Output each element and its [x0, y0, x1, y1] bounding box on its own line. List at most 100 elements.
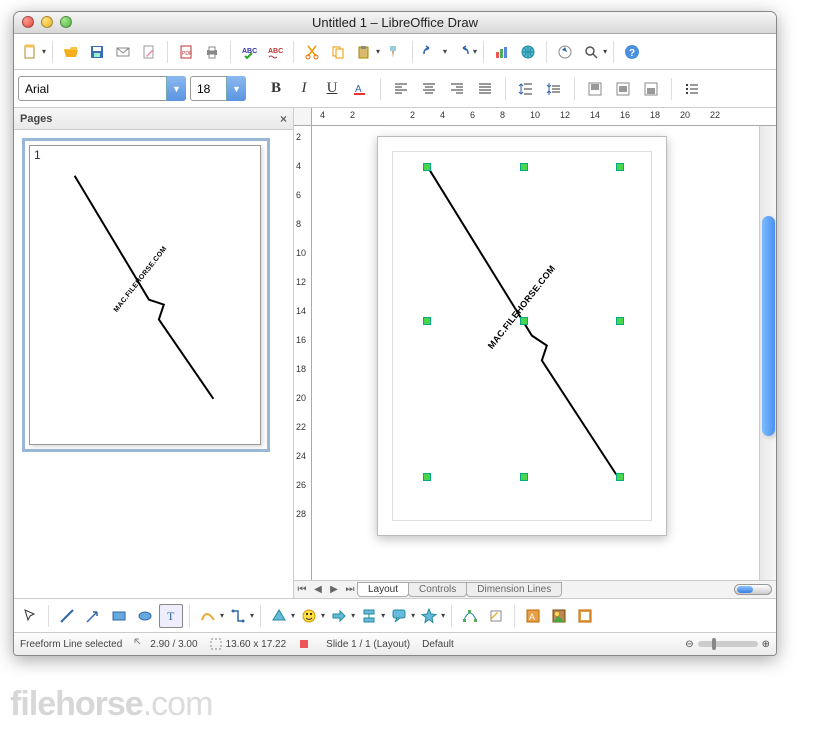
connector-dropdown[interactable]: ▾ — [250, 611, 254, 620]
curve-dropdown[interactable]: ▾ — [220, 611, 224, 620]
navigator-button[interactable] — [553, 40, 577, 64]
page[interactable]: MAC.FILEHORSE.COM — [377, 136, 667, 536]
close-window-button[interactable] — [22, 16, 34, 28]
curve-tool[interactable] — [196, 604, 220, 628]
font-color-button[interactable]: A — [348, 77, 372, 101]
zoom-dropdown[interactable]: ▾ — [603, 47, 607, 56]
align-vcenter-button[interactable] — [611, 77, 635, 101]
line-tool[interactable] — [55, 604, 79, 628]
font-name-input[interactable] — [18, 76, 186, 101]
vertical-ruler[interactable]: 246810121416182022242628 — [294, 126, 312, 580]
undo-button[interactable] — [419, 40, 443, 64]
scrollbar-thumb[interactable] — [762, 216, 775, 436]
tab-nav-prev[interactable]: ◀ — [310, 584, 326, 595]
increase-spacing-button[interactable] — [514, 77, 538, 101]
drawing-canvas[interactable]: MAC.FILEHORSE.COM — [312, 126, 759, 580]
font-size-combo[interactable]: ▼ — [190, 76, 246, 101]
hyperlink-button[interactable] — [516, 40, 540, 64]
basic-shapes-tool[interactable] — [267, 604, 291, 628]
undo-dropdown[interactable]: ▾ — [443, 47, 447, 56]
paste-button[interactable] — [352, 40, 376, 64]
fontwork-button[interactable]: A — [521, 604, 545, 628]
zoom-slider[interactable] — [698, 641, 758, 647]
select-tool[interactable] — [18, 604, 42, 628]
bullets-button[interactable] — [680, 77, 704, 101]
selection-handle-c[interactable] — [520, 317, 528, 325]
page-thumbnail[interactable]: 1 MAC.FILEHORSE.COM — [29, 145, 261, 445]
callouts-dropdown[interactable]: ▾ — [411, 611, 415, 620]
arrow-tool[interactable] — [81, 604, 105, 628]
tab-dimension-lines[interactable]: Dimension Lines — [466, 582, 562, 597]
page-thumbnail-selected[interactable]: 1 MAC.FILEHORSE.COM — [22, 138, 270, 452]
help-button[interactable]: ? — [620, 40, 644, 64]
paste-dropdown[interactable]: ▾ — [376, 47, 380, 56]
copy-button[interactable] — [326, 40, 350, 64]
selection-handle-n[interactable] — [520, 163, 528, 171]
zoom-window-button[interactable] — [60, 16, 72, 28]
selection-handle-sw[interactable] — [423, 473, 431, 481]
align-bottom-button[interactable] — [639, 77, 663, 101]
new-dropdown[interactable]: ▾ — [42, 47, 46, 56]
italic-button[interactable]: I — [292, 77, 316, 101]
zoom-button[interactable] — [579, 40, 603, 64]
selection-handle-nw[interactable] — [423, 163, 431, 171]
tab-nav-first[interactable]: ⏮ — [294, 584, 310, 595]
new-document-button[interactable] — [18, 40, 42, 64]
export-pdf-button[interactable]: PDF — [174, 40, 198, 64]
clone-formatting-button[interactable] — [382, 40, 406, 64]
underline-button[interactable]: U — [320, 77, 344, 101]
text-tool[interactable]: T — [159, 604, 183, 628]
vertical-scrollbar[interactable] — [759, 126, 776, 580]
block-arrows-tool[interactable] — [327, 604, 351, 628]
symbol-shapes-tool[interactable] — [297, 604, 321, 628]
tab-nav-last[interactable]: ⏭ — [342, 584, 358, 595]
tab-layout[interactable]: Layout — [357, 582, 409, 597]
align-left-button[interactable] — [389, 77, 413, 101]
tab-controls[interactable]: Controls — [408, 582, 467, 597]
tab-nav-next[interactable]: ▶ — [326, 584, 342, 595]
gluepoints-tool[interactable] — [484, 604, 508, 628]
email-button[interactable] — [111, 40, 135, 64]
horizontal-ruler[interactable]: 42246810121416182022 — [294, 108, 776, 126]
callouts-tool[interactable] — [387, 604, 411, 628]
from-file-button[interactable] — [547, 604, 571, 628]
horizontal-scrollbar[interactable] — [734, 584, 772, 595]
stars-tool[interactable] — [417, 604, 441, 628]
print-button[interactable] — [200, 40, 224, 64]
selection-handle-ne[interactable] — [616, 163, 624, 171]
open-button[interactable] — [59, 40, 83, 64]
edit-file-button[interactable] — [137, 40, 161, 64]
rectangle-tool[interactable] — [107, 604, 131, 628]
pages-panel-close-icon[interactable]: × — [280, 112, 287, 126]
align-top-button[interactable] — [583, 77, 607, 101]
zoom-out-button[interactable]: ⊖ — [685, 639, 693, 650]
decrease-spacing-button[interactable] — [542, 77, 566, 101]
selection-handle-e[interactable] — [616, 317, 624, 325]
selection-handle-s[interactable] — [520, 473, 528, 481]
cut-button[interactable] — [300, 40, 324, 64]
basic-shapes-dropdown[interactable]: ▾ — [291, 611, 295, 620]
save-button[interactable] — [85, 40, 109, 64]
minimize-window-button[interactable] — [41, 16, 53, 28]
stars-dropdown[interactable]: ▾ — [441, 611, 445, 620]
chart-button[interactable] — [490, 40, 514, 64]
align-justify-button[interactable] — [473, 77, 497, 101]
redo-dropdown[interactable]: ▾ — [473, 47, 477, 56]
spellcheck-button[interactable]: ABC — [237, 40, 261, 64]
block-arrows-dropdown[interactable]: ▾ — [351, 611, 355, 620]
align-right-button[interactable] — [445, 77, 469, 101]
edit-points-tool[interactable] — [458, 604, 482, 628]
font-name-combo[interactable]: ▼ — [18, 76, 186, 101]
align-center-button[interactable] — [417, 77, 441, 101]
selection-handle-se[interactable] — [616, 473, 624, 481]
ellipse-tool[interactable] — [133, 604, 157, 628]
bold-button[interactable]: B — [264, 77, 288, 101]
selection-handle-w[interactable] — [423, 317, 431, 325]
status-style[interactable]: Default — [422, 639, 454, 650]
zoom-in-button[interactable]: ⊕ — [762, 639, 770, 650]
flowchart-dropdown[interactable]: ▾ — [381, 611, 385, 620]
flowchart-tool[interactable] — [357, 604, 381, 628]
gallery-button[interactable] — [573, 604, 597, 628]
connector-tool[interactable] — [226, 604, 250, 628]
auto-spellcheck-button[interactable]: ABC — [263, 40, 287, 64]
